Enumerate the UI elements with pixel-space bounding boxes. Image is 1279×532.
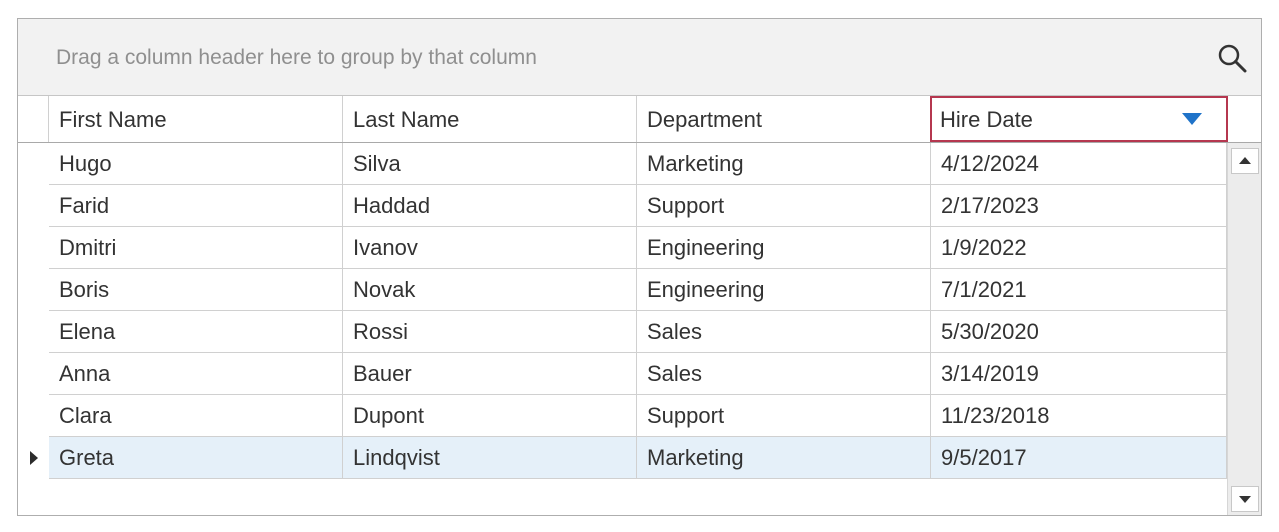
scroll-up-button[interactable] [1231,148,1259,174]
table-cell[interactable]: Haddad [343,185,637,227]
column-header-department[interactable]: Department [637,96,931,142]
table-row[interactable]: Farid Haddad Support 2/17/2023 [18,185,1227,227]
scroll-down-button[interactable] [1231,486,1259,512]
table-cell[interactable]: Support [637,185,931,227]
column-header-last-name[interactable]: Last Name [343,96,637,142]
row-indicator[interactable] [18,269,49,311]
table-cell[interactable]: Anna [49,353,343,395]
table-cell[interactable]: Marketing [637,437,931,479]
current-row-arrow-icon [30,451,38,465]
table-cell[interactable]: Dmitri [49,227,343,269]
table-cell[interactable]: Rossi [343,311,637,353]
table-cell[interactable]: Support [637,395,931,437]
table-cell[interactable]: Sales [637,311,931,353]
table-cell[interactable]: Boris [49,269,343,311]
table-row[interactable]: Dmitri Ivanov Engineering 1/9/2022 [18,227,1227,269]
data-grid: Drag a column header here to group by th… [17,18,1262,516]
table-cell[interactable]: Novak [343,269,637,311]
column-header-row: First Name Last Name Department Hire Dat… [18,96,1261,143]
table-cell[interactable]: 7/1/2021 [931,269,1227,311]
table-row[interactable]: Anna Bauer Sales 3/14/2019 [18,353,1227,395]
table-row[interactable]: Hugo Silva Marketing 4/12/2024 [18,143,1227,185]
sort-descending-icon [1182,113,1202,125]
table-cell[interactable]: 4/12/2024 [931,143,1227,185]
row-indicator[interactable] [18,185,49,227]
table-cell[interactable]: Marketing [637,143,931,185]
table-cell[interactable]: Dupont [343,395,637,437]
row-indicator[interactable] [18,311,49,353]
column-header-hire-date[interactable]: Hire Date [930,96,1228,142]
table-cell[interactable]: Engineering [637,227,931,269]
table-cell[interactable]: Hugo [49,143,343,185]
table-cell[interactable]: Lindqvist [343,437,637,479]
column-header-label: First Name [59,107,167,132]
table-cell[interactable]: 2/17/2023 [931,185,1227,227]
table-cell[interactable]: Silva [343,143,637,185]
search-icon[interactable] [1217,43,1247,73]
table-cell[interactable]: Farid [49,185,343,227]
table-cell[interactable]: Greta [49,437,343,479]
table-cell[interactable]: 9/5/2017 [931,437,1227,479]
table-cell[interactable]: Elena [49,311,343,353]
column-header-first-name[interactable]: First Name [49,96,343,142]
row-indicator[interactable] [18,227,49,269]
table-cell[interactable]: Clara [49,395,343,437]
row-indicator[interactable] [18,353,49,395]
row-indicator[interactable] [18,143,49,185]
group-panel-hint: Drag a column header here to group by th… [56,46,537,69]
table-row[interactable]: Greta Lindqvist Marketing 9/5/2017 [18,437,1227,479]
table-cell[interactable]: 11/23/2018 [931,395,1227,437]
table-row[interactable]: Clara Dupont Support 11/23/2018 [18,395,1227,437]
arrow-down-icon [1239,496,1251,503]
group-panel[interactable]: Drag a column header here to group by th… [18,19,1261,96]
table-cell[interactable]: Bauer [343,353,637,395]
table-row[interactable]: Boris Novak Engineering 7/1/2021 [18,269,1227,311]
table-row[interactable]: Elena Rossi Sales 5/30/2020 [18,311,1227,353]
vertical-scrollbar[interactable] [1227,143,1261,515]
table-cell[interactable]: Engineering [637,269,931,311]
table-cell[interactable]: 5/30/2020 [931,311,1227,353]
table-cell[interactable]: Ivanov [343,227,637,269]
table-cell[interactable]: 1/9/2022 [931,227,1227,269]
column-header-label: Department [647,107,762,132]
column-header-label: Hire Date [940,107,1033,132]
row-indicator[interactable] [18,395,49,437]
row-indicator-header [18,96,49,142]
column-header-label: Last Name [353,107,460,132]
arrow-up-icon [1239,157,1251,164]
row-indicator[interactable] [18,437,49,479]
table-cell[interactable]: 3/14/2019 [931,353,1227,395]
table-cell[interactable]: Sales [637,353,931,395]
